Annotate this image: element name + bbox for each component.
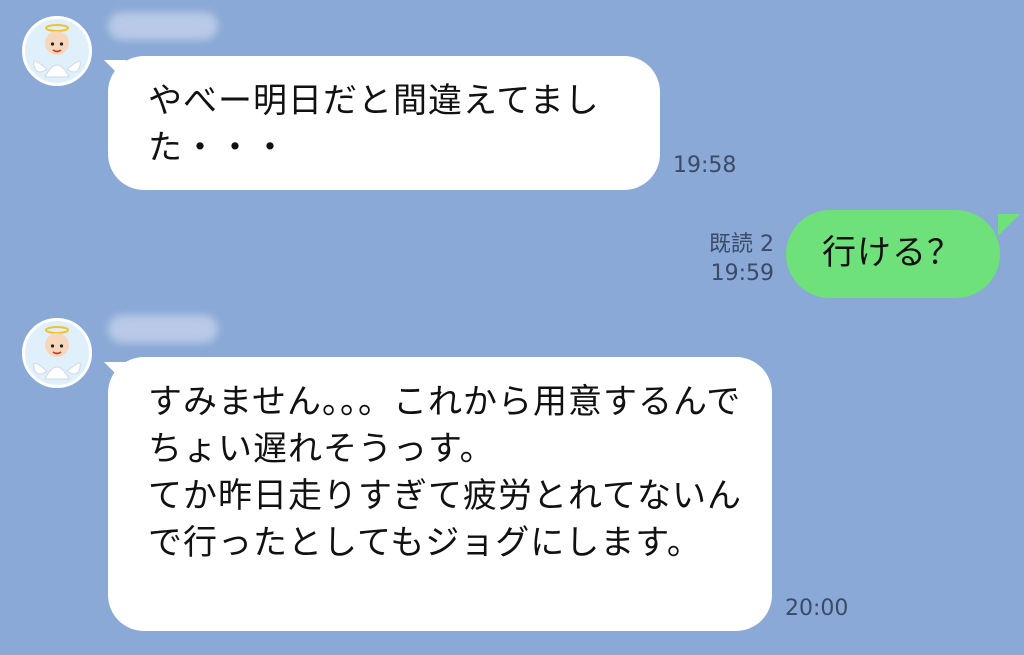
message-text: すみません。。。これから用意するんでちょい遅れそうっす。 てか昨日走りすぎて疲労… [148, 382, 742, 563]
sender-avatar-icon[interactable] [22, 16, 92, 86]
incoming-message-bubble[interactable]: やべー明日だと間違えてました・・・ [108, 56, 660, 190]
outgoing-message-bubble[interactable]: 行ける？ [786, 210, 1000, 298]
angel-character-icon [33, 24, 81, 78]
message-text: やべー明日だと間違えてました・・・ [148, 81, 600, 168]
sender-name-blurred [108, 315, 218, 343]
read-receipt: 既読 2 [709, 232, 774, 257]
message-time: 19:58 [673, 153, 737, 178]
chat-view: やべー明日だと間違えてました・・・ 19:58 行ける？ 既読 2 19:59 … [0, 0, 1024, 655]
sender-name-blurred [108, 12, 218, 40]
message-time: 19:59 [710, 261, 774, 286]
angel-character-icon [33, 326, 81, 380]
message-text: 行ける？ [822, 233, 962, 273]
sender-avatar-icon[interactable] [22, 318, 92, 388]
message-time: 20:00 [785, 596, 849, 621]
bubble-tail [998, 214, 1020, 236]
incoming-message-bubble[interactable]: すみません。。。これから用意するんでちょい遅れそうっす。 てか昨日走りすぎて疲労… [108, 357, 772, 631]
